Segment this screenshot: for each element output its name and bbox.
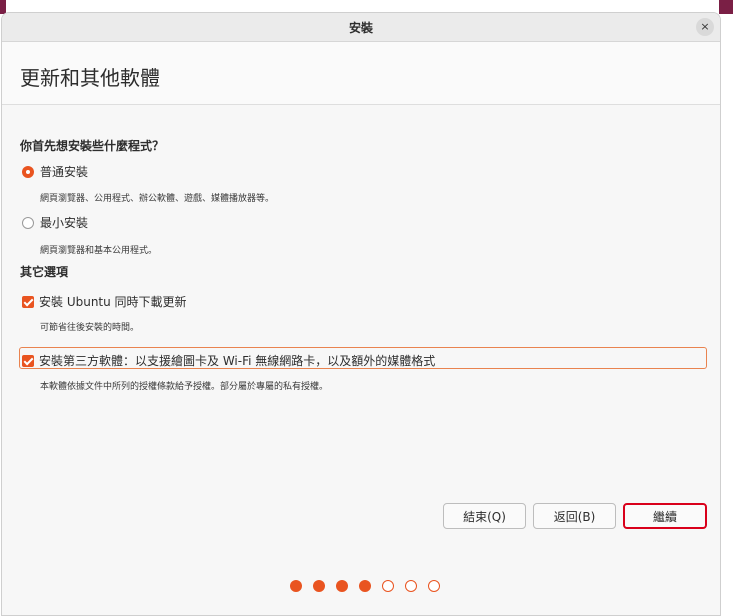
window-title: 安裝 [348,21,373,35]
progress-dot-complete [290,580,302,592]
back-button[interactable]: 返回(B) [533,503,616,529]
content-area: 你首先想安裝些什麼程式？ 普通安裝 網頁瀏覽器、公用程式、辦公軟體、遊戲、媒體播… [2,105,720,615]
radio-minimal-install[interactable]: 最小安裝 [22,214,88,231]
radio-normal-label: 普通安裝 [40,165,89,179]
download-updates-label: 安裝 Ubuntu 同時下載更新 [39,295,187,309]
progress-dot-pending [382,580,394,592]
radio-minimal-label: 最小安裝 [40,216,89,230]
progress-dots [290,580,451,592]
radio-normal-install[interactable]: 普通安裝 [22,163,88,180]
checkbox-third-party[interactable]: 安裝第三方軟體：以支援繪圖卡及 Wi-Fi 無線網路卡，以及額外的媒體格式 [22,352,435,369]
progress-dot-pending [428,580,440,592]
install-type-question: 你首先想安裝些什麼程式？ [20,139,165,153]
desktop-edge-right [719,0,733,14]
progress-dot-pending [405,580,417,592]
installer-window: 安裝 × 更新和其他軟體 你首先想安裝些什麼程式？ 普通安裝 網頁瀏覽器、公用程… [1,12,721,616]
close-icon: × [700,20,710,33]
continue-button[interactable]: 繼續 [623,503,707,529]
close-button[interactable]: × [696,18,714,36]
minimal-install-description: 網頁瀏覽器和基本公用程式。 [40,246,158,256]
page-title: 更新和其他軟體 [20,66,160,90]
quit-button[interactable]: 結束(Q) [443,503,526,529]
checkbox-checked-icon[interactable] [22,354,34,367]
progress-dot-complete [336,580,348,592]
titlebar: 安裝 × [2,13,720,42]
progress-dot-complete [313,580,325,592]
download-updates-description: 可節省往後安裝的時間。 [40,323,140,333]
checkbox-download-updates[interactable]: 安裝 Ubuntu 同時下載更新 [22,293,187,310]
radio-selected-icon[interactable] [22,165,34,178]
checkbox-checked-icon[interactable] [22,295,34,308]
normal-install-description: 網頁瀏覽器、公用程式、辦公軟體、遊戲、媒體播放器等。 [40,194,275,204]
third-party-description: 本軟體依據文件中所列的授權條款給予授權。部分屬於專屬的私有授權。 [40,382,329,392]
radio-unselected-icon[interactable] [22,216,34,229]
progress-dot-complete [359,580,371,592]
other-options-heading: 其它選項 [20,265,69,279]
page-header: 更新和其他軟體 [2,42,720,105]
third-party-label: 安裝第三方軟體：以支援繪圖卡及 Wi-Fi 無線網路卡，以及額外的媒體格式 [39,354,436,368]
